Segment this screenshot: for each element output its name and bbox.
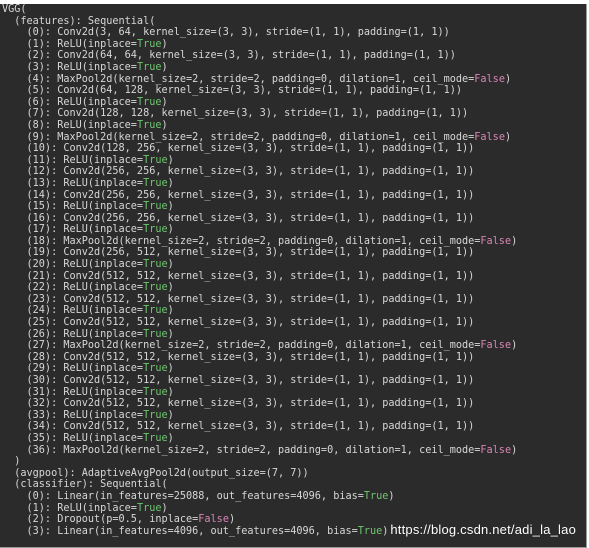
terminal-line: (16): Conv2d(256, 256, kernel_size=(3, 3… (2, 212, 475, 224)
false-keyword: False (480, 340, 512, 352)
terminal-line: (5): Conv2d(64, 128, kernel_size=(3, 3),… (2, 85, 463, 97)
terminal-line: (35): ReLU(inplace=True) (2, 432, 174, 444)
terminal-line: (26): ReLU(inplace=True) (2, 328, 174, 340)
true-keyword: True (143, 363, 168, 375)
terminal-line: (0): Linear(in_features=25088, out_featu… (2, 490, 395, 502)
terminal-line: (13): ReLU(inplace=True) (2, 177, 174, 189)
true-keyword: True (143, 386, 168, 398)
true-keyword: True (363, 490, 389, 502)
terminal-line: (15): ReLU(inplace=True) (2, 201, 174, 213)
terminal-line: (4): MaxPool2d(kernel_size=2, stride=2, … (2, 73, 512, 85)
terminal-line: (0): Conv2d(3, 64, kernel_size=(3, 3), s… (2, 27, 450, 39)
terminal-line: (2): Conv2d(64, 64, kernel_size=(3, 3), … (2, 50, 456, 62)
terminal-line: (25): Conv2d(512, 512, kernel_size=(3, 3… (2, 317, 475, 329)
terminal-line: (8): ReLU(inplace=True) (2, 119, 168, 131)
terminal-line: (30): Conv2d(512, 512, kernel_size=(3, 3… (2, 375, 475, 386)
false-keyword: False (474, 73, 505, 85)
model-summary-text: VGG( (features): Sequential( (0): Conv2d… (2, 4, 517, 537)
terminal-line: (11): ReLU(inplace=True) (2, 154, 174, 166)
terminal-line: (27): MaxPool2d(kernel_size=2, stride=2,… (2, 340, 518, 352)
screenshot-window: VGG( (features): Sequential( (0): Conv2d… (0, 0, 589, 548)
terminal-line: (14): Conv2d(256, 256, kernel_size=(3, 3… (2, 189, 475, 201)
false-keyword: False (480, 444, 512, 456)
terminal-line: (1): ReLU(inplace=True) (2, 502, 168, 514)
terminal-line: ) (2, 456, 21, 468)
terminal-line: (20): ReLU(inplace=True) (2, 259, 174, 271)
false-keyword: False (198, 514, 229, 526)
terminal-line: (3): ReLU(inplace=True) (2, 61, 168, 73)
terminal-line: (12): Conv2d(256, 256, kernel_size=(3, 3… (2, 166, 475, 178)
terminal-line: (avgpool): AdaptiveAvgPool2d(output_size… (2, 467, 309, 479)
true-keyword: True (143, 259, 168, 271)
true-keyword: True (143, 177, 168, 189)
terminal-line: (18): MaxPool2d(kernel_size=2, stride=2,… (2, 235, 518, 247)
true-keyword: True (357, 525, 383, 537)
true-keyword: True (143, 409, 168, 421)
true-keyword: True (143, 224, 168, 236)
terminal-line: (features): Sequential( (2, 15, 156, 27)
true-keyword: True (136, 38, 162, 50)
terminal-line: (1): ReLU(inplace=True) (2, 38, 168, 50)
true-keyword: True (136, 502, 162, 514)
terminal-line: (19): Conv2d(256, 512, kernel_size=(3, 3… (2, 247, 475, 259)
watermark: https://blog.csdn.net/adi_la_lao (390, 522, 576, 537)
terminal-line: (10): Conv2d(128, 256, kernel_size=(3, 3… (2, 143, 475, 155)
true-keyword: True (143, 282, 168, 294)
terminal-line: (32): Conv2d(512, 512, kernel_size=(3, 3… (2, 398, 475, 410)
terminal-line: (34): Conv2d(512, 512, kernel_size=(3, 3… (2, 421, 475, 433)
false-keyword: False (480, 235, 512, 247)
terminal-line: (9): MaxPool2d(kernel_size=2, stride=2, … (2, 131, 512, 143)
terminal-line: (6): ReLU(inplace=True) (2, 96, 168, 108)
true-keyword: True (143, 432, 168, 444)
terminal-line: (24): ReLU(inplace=True) (2, 305, 174, 317)
false-keyword: False (474, 131, 505, 143)
true-keyword: True (143, 201, 168, 213)
true-keyword: True (136, 96, 162, 108)
terminal-line: (classifier): Sequential( (2, 479, 168, 491)
true-keyword: True (136, 119, 162, 131)
terminal-line: VGG( (2, 4, 27, 15)
terminal-line: (33): ReLU(inplace=True) (2, 409, 174, 421)
terminal-line: (21): Conv2d(512, 512, kernel_size=(3, 3… (2, 270, 475, 282)
terminal-output: VGG( (features): Sequential( (0): Conv2d… (0, 4, 587, 548)
terminal-line: (7): Conv2d(128, 128, kernel_size=(3, 3)… (2, 108, 469, 120)
terminal-line: (31): ReLU(inplace=True) (2, 386, 174, 398)
terminal-line: (17): ReLU(inplace=True) (2, 224, 174, 236)
true-keyword: True (143, 328, 168, 340)
terminal-line: (29): ReLU(inplace=True) (2, 363, 174, 375)
terminal-line: (36): MaxPool2d(kernel_size=2, stride=2,… (2, 444, 518, 456)
terminal-line: (23): Conv2d(512, 512, kernel_size=(3, 3… (2, 293, 475, 305)
true-keyword: True (143, 305, 168, 317)
true-keyword: True (143, 154, 168, 166)
true-keyword: True (136, 61, 162, 73)
terminal-line: (22): ReLU(inplace=True) (2, 282, 174, 294)
terminal-line: (28): Conv2d(512, 512, kernel_size=(3, 3… (2, 351, 475, 363)
